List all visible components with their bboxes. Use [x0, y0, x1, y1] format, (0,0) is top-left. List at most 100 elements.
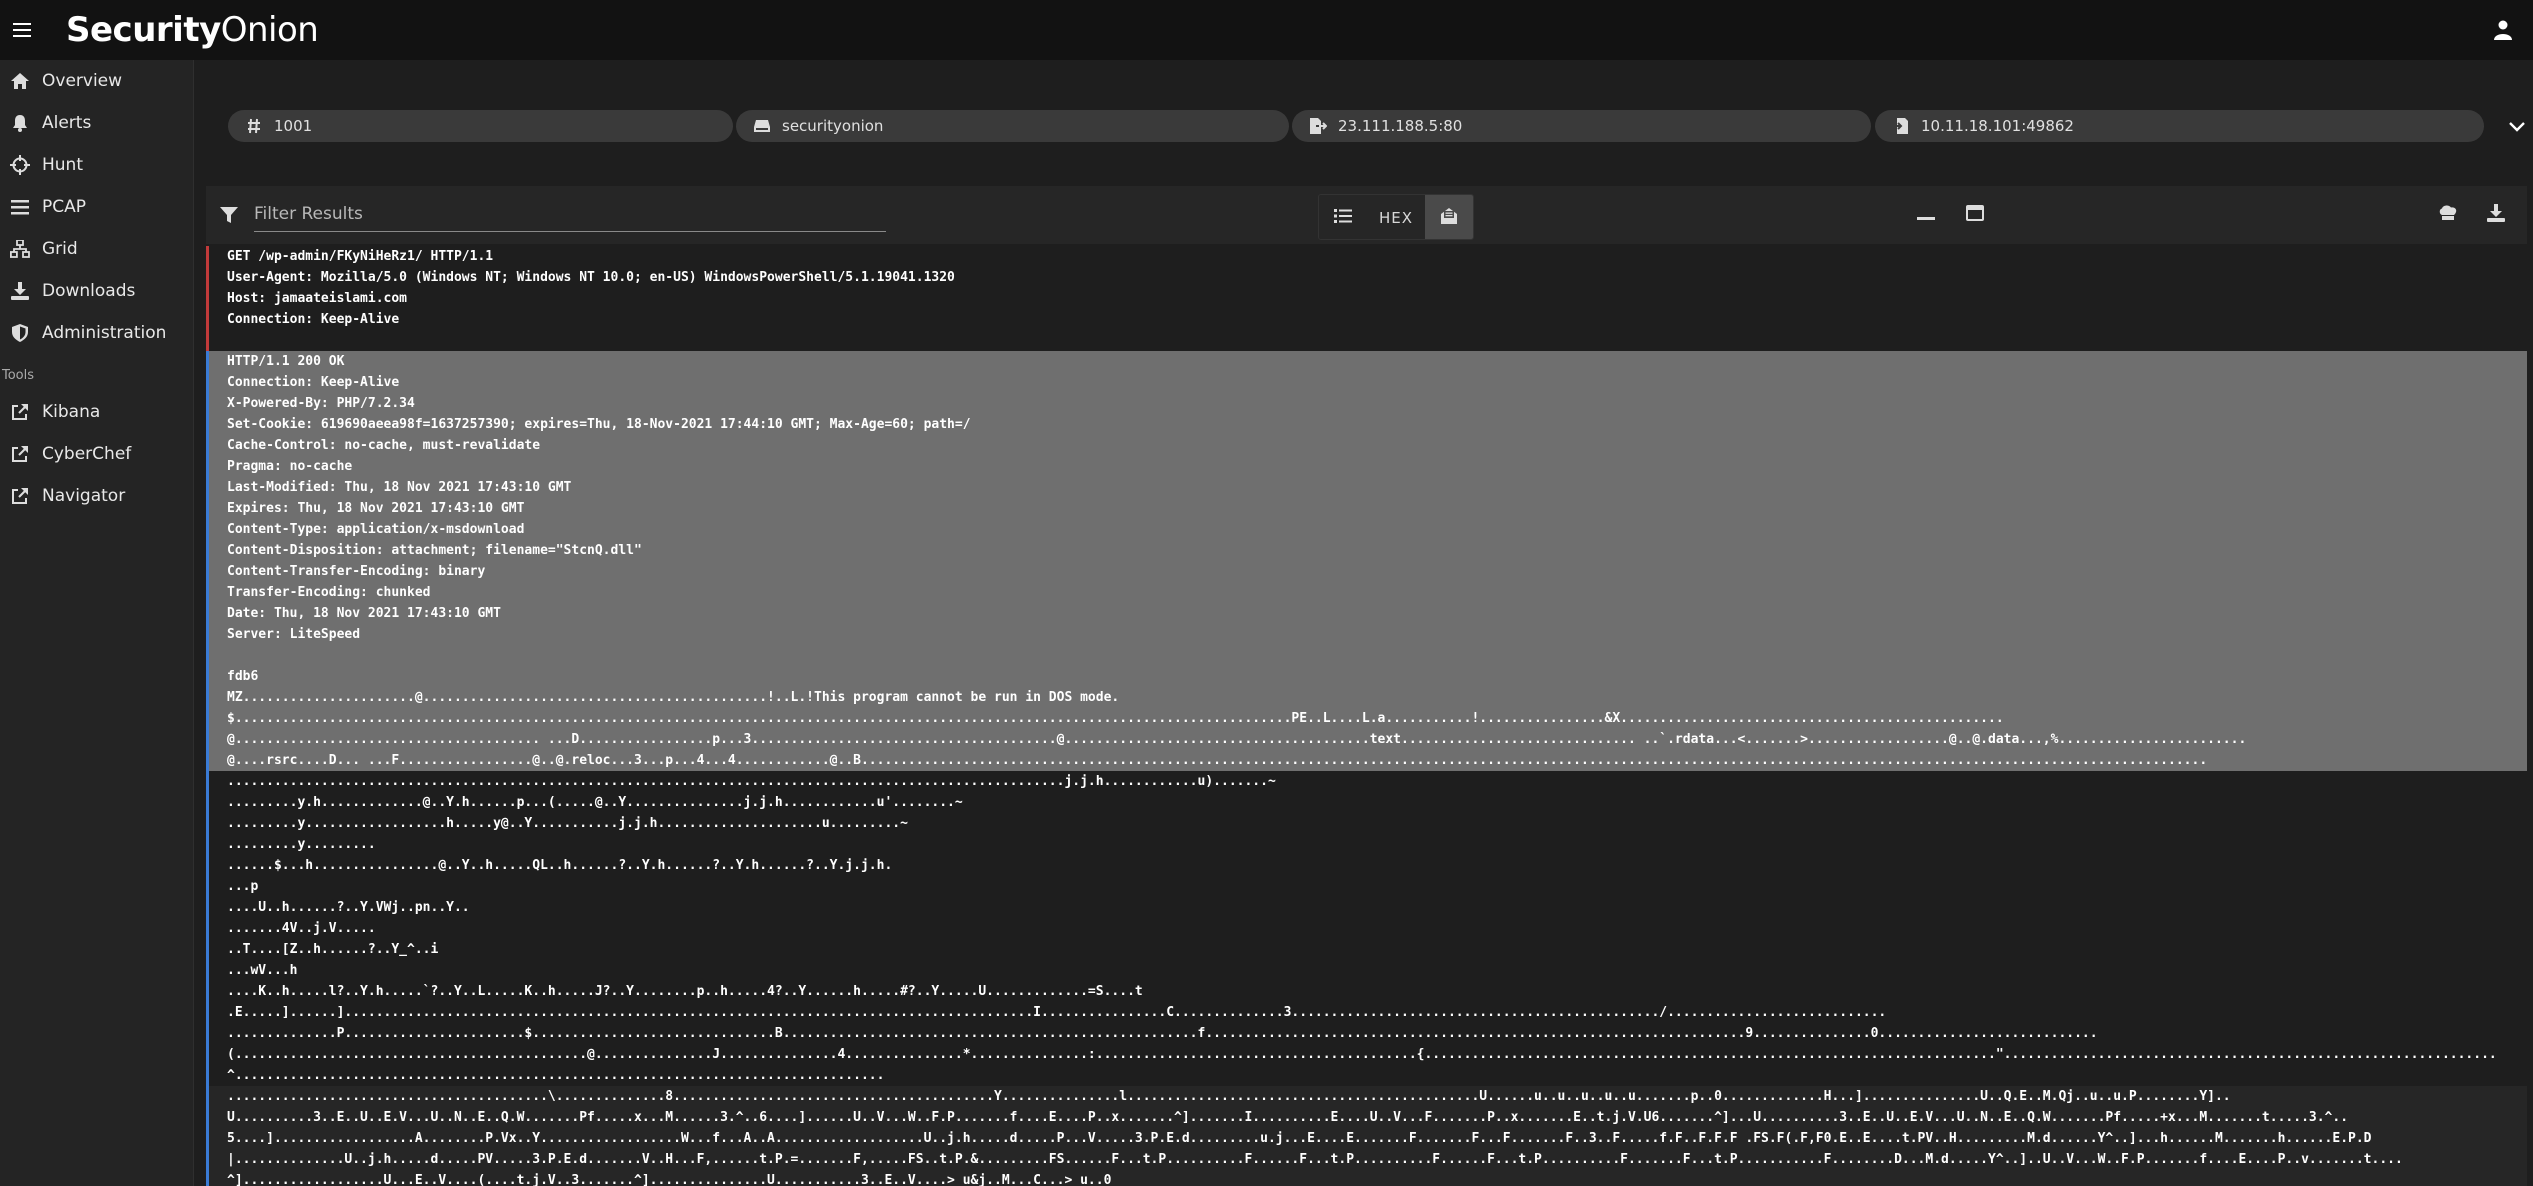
sidebar-item-navigator[interactable]: Navigator: [0, 475, 193, 517]
hex-view-button[interactable]: HEX: [1367, 195, 1425, 239]
server-response-block-2: ........................................…: [206, 1086, 2527, 1186]
list-icon: [8, 195, 32, 219]
transcript-line: [227, 330, 2527, 351]
transcript-line: Pragma: no-cache: [227, 459, 353, 474]
chevron-down-icon[interactable]: [2506, 116, 2528, 138]
transcript-line: .......4V..j.V.....: [227, 921, 376, 936]
sidebar: Overview Alerts Hunt PCAP Grid Downloads…: [0, 60, 194, 1186]
transcript-line: Host: jamaateislami.com: [227, 291, 408, 306]
transcript-line: User-Agent: Mozilla/5.0 (Windows NT; Win…: [227, 270, 955, 285]
transcript-line: fdb6: [227, 669, 259, 684]
crosshairs-icon: [8, 153, 32, 177]
transcript-panel: GET /wp-admin/FKyNiHeRz1/ HTTP/1.1 User-A…: [206, 246, 2527, 1186]
transcript-line: Content-Type: application/x-msdownload: [227, 522, 525, 537]
transcript-line: MZ......................@...............…: [227, 690, 1120, 705]
sidebar-item-hunt[interactable]: Hunt: [0, 144, 193, 186]
shield-icon: [8, 321, 32, 345]
transcript-line: ........................................…: [227, 774, 1276, 789]
sidebar-item-label: Hunt: [42, 155, 83, 175]
transcript-line: .E.....]......].........................…: [227, 1005, 1887, 1020]
sensor-chip: securityonion: [736, 110, 1289, 142]
source-chip: 23.111.188.5:80: [1292, 110, 1871, 142]
file-export-icon: [1308, 116, 1328, 136]
filter-icon: [218, 204, 240, 226]
file-import-icon: [1891, 116, 1911, 136]
job-id-value: 1001: [274, 117, 313, 135]
sidebar-item-kibana[interactable]: Kibana: [0, 391, 193, 433]
transcript-line: Set-Cookie: 619690aeea98f=1637257390; ex…: [227, 417, 971, 432]
expand-all-button[interactable]: [1962, 202, 1988, 228]
list-ul-icon: [1334, 209, 1352, 227]
transcript-line: ...wV...h: [227, 963, 298, 978]
sidebar-item-label: Alerts: [42, 113, 92, 133]
transcript-line: X-Powered-By: PHP/7.2.34: [227, 396, 415, 411]
hat-icon: [2438, 205, 2458, 225]
hard-drive-icon: [752, 116, 772, 136]
transcript-line: (.......................................…: [227, 1047, 2497, 1062]
sidebar-item-pcap[interactable]: PCAP: [0, 186, 193, 228]
transcript-view-button[interactable]: [1425, 195, 1473, 239]
transcript-line: |..............U..j.h.....d.....PV.....3…: [227, 1152, 2403, 1167]
transcript-line: Content-Disposition: attachment; filenam…: [227, 543, 642, 558]
transcript-line: @.......................................…: [227, 732, 2247, 747]
sidebar-item-label: CyberChef: [42, 444, 132, 464]
transcript-line: ..............P.......................$.…: [227, 1026, 2098, 1041]
transcript-line: [227, 645, 2527, 666]
external-link-icon: [8, 442, 32, 466]
sidebar-item-administration[interactable]: Administration: [0, 312, 193, 354]
transcript-line: ....U..h......?..Y.VWj..pn..Y..: [227, 900, 470, 915]
external-link-icon: [8, 484, 32, 508]
packet-list-view-button[interactable]: [1319, 195, 1367, 239]
bell-icon: [8, 111, 32, 135]
menu-icon[interactable]: [2, 10, 42, 50]
transcript-line: Last-Modified: Thu, 18 Nov 2021 17:43:10…: [227, 480, 572, 495]
window-minimize-icon: [1917, 204, 1935, 226]
sidebar-item-downloads[interactable]: Downloads: [0, 270, 193, 312]
server-response-highlighted-block: HTTP/1.1 200 OK Connection: Keep-Alive X-P…: [206, 351, 2527, 771]
transcript-line: ........................................…: [227, 1089, 2231, 1104]
download-pcap-button[interactable]: [2483, 202, 2509, 228]
source-value: 23.111.188.5:80: [1338, 117, 1463, 135]
tools-section-heading: Tools: [2, 368, 35, 383]
window-maximize-icon: [1966, 205, 1984, 225]
transcript-line: GET /wp-admin/FKyNiHeRz1/ HTTP/1.1: [227, 249, 494, 264]
transcript-line: Connection: Keep-Alive: [227, 375, 400, 390]
sitemap-icon: [8, 237, 32, 261]
transcript-line: Transfer-Encoding: chunked: [227, 585, 431, 600]
main-content: 1001 securityonion 23.111.188.5:80 10.11…: [194, 60, 2533, 1186]
destination-chip: 10.11.18.101:49862: [1875, 110, 2484, 142]
external-link-icon: [8, 400, 32, 424]
home-icon: [8, 69, 32, 93]
transcript-line: 5....]..................A........P.Vx..Y…: [227, 1131, 2372, 1146]
filter-results-input[interactable]: [254, 196, 886, 232]
open-in-cyberchef-button[interactable]: [2435, 202, 2461, 228]
sidebar-item-label: Downloads: [42, 281, 136, 301]
download-icon: [2487, 204, 2505, 226]
destination-value: 10.11.18.101:49862: [1921, 117, 2074, 135]
sidebar-item-grid[interactable]: Grid: [0, 228, 193, 270]
app-logo[interactable]: SecurityOnion: [66, 10, 319, 50]
transcript-line: Server: LiteSpeed: [227, 627, 361, 642]
transcript-line: ^]..................U...E..V....(....t.j…: [227, 1173, 1112, 1186]
server-response-block: ........................................…: [206, 771, 2527, 1086]
sidebar-item-label: Navigator: [42, 486, 126, 506]
transcript-line: ..T....[Z..h......?..Y_^..i: [227, 942, 439, 957]
collapse-all-button[interactable]: [1913, 202, 1939, 228]
transcript-line: Cache-Control: no-cache, must-revalidate: [227, 438, 541, 453]
sidebar-item-label: Kibana: [42, 402, 101, 422]
user-icon[interactable]: [2487, 14, 2519, 46]
transcript-line: .........y..................h.....y@..Y.…: [227, 816, 908, 831]
sidebar-item-overview[interactable]: Overview: [0, 60, 193, 102]
transcript-line: .........y.h.............@..Y.h......p..…: [227, 795, 963, 810]
download-icon: [8, 279, 32, 303]
client-request-block: GET /wp-admin/FKyNiHeRz1/ HTTP/1.1 User-A…: [206, 246, 2527, 351]
sidebar-item-alerts[interactable]: Alerts: [0, 102, 193, 144]
transcript-line: Date: Thu, 18 Nov 2021 17:43:10 GMT: [227, 606, 501, 621]
sidebar-item-cyberchef[interactable]: CyberChef: [0, 433, 193, 475]
transcript-line: $.......................................…: [227, 711, 2004, 726]
transcript-line: Content-Transfer-Encoding: binary: [227, 564, 486, 579]
view-mode-toggle: HEX: [1318, 194, 1474, 240]
sidebar-item-label: PCAP: [42, 197, 87, 217]
transcript-line: ....K..h.....l?..Y.h.....`?..Y..L.....K.…: [227, 984, 1143, 999]
sensor-value: securityonion: [782, 117, 884, 135]
